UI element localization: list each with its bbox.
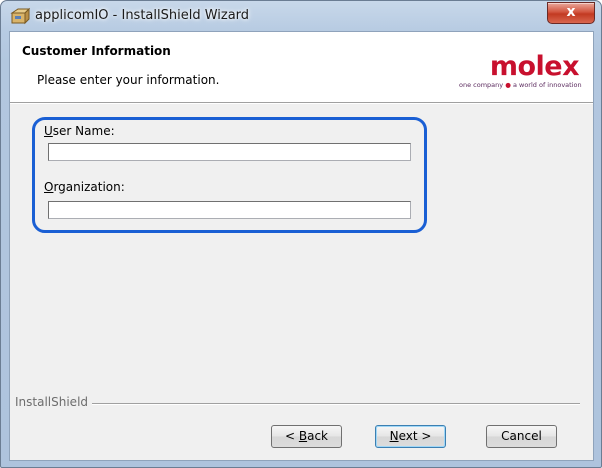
installshield-box-icon (10, 7, 30, 25)
installshield-brand: InstallShield (15, 395, 93, 409)
next-button[interactable]: Next > (375, 425, 446, 448)
cancel-button[interactable]: Cancel (486, 425, 557, 448)
wizard-client-area: Customer Information Please enter your i… (9, 31, 594, 461)
page-subtitle: Please enter your information. (37, 73, 220, 87)
close-icon: x (566, 4, 576, 20)
close-button[interactable]: x (547, 2, 595, 24)
window-title: applicomIO - InstallShield Wizard (35, 8, 250, 23)
page-title: Customer Information (22, 44, 171, 58)
wizard-header: Customer Information Please enter your i… (10, 32, 593, 102)
header-divider (10, 102, 593, 104)
back-button[interactable]: < Back (271, 425, 342, 448)
title-bar[interactable]: applicomIO - InstallShield Wizard x (1, 1, 601, 31)
logo-word: molex (489, 51, 580, 82)
logo-tagline: one company ● a world of innovation (459, 81, 582, 89)
focus-highlight-outline (32, 117, 427, 233)
footer-divider: InstallShield (10, 395, 593, 409)
molex-logo: molex one company ● a world of innovatio… (459, 51, 582, 94)
installer-window: applicomIO - InstallShield Wizard x Cust… (0, 0, 602, 468)
